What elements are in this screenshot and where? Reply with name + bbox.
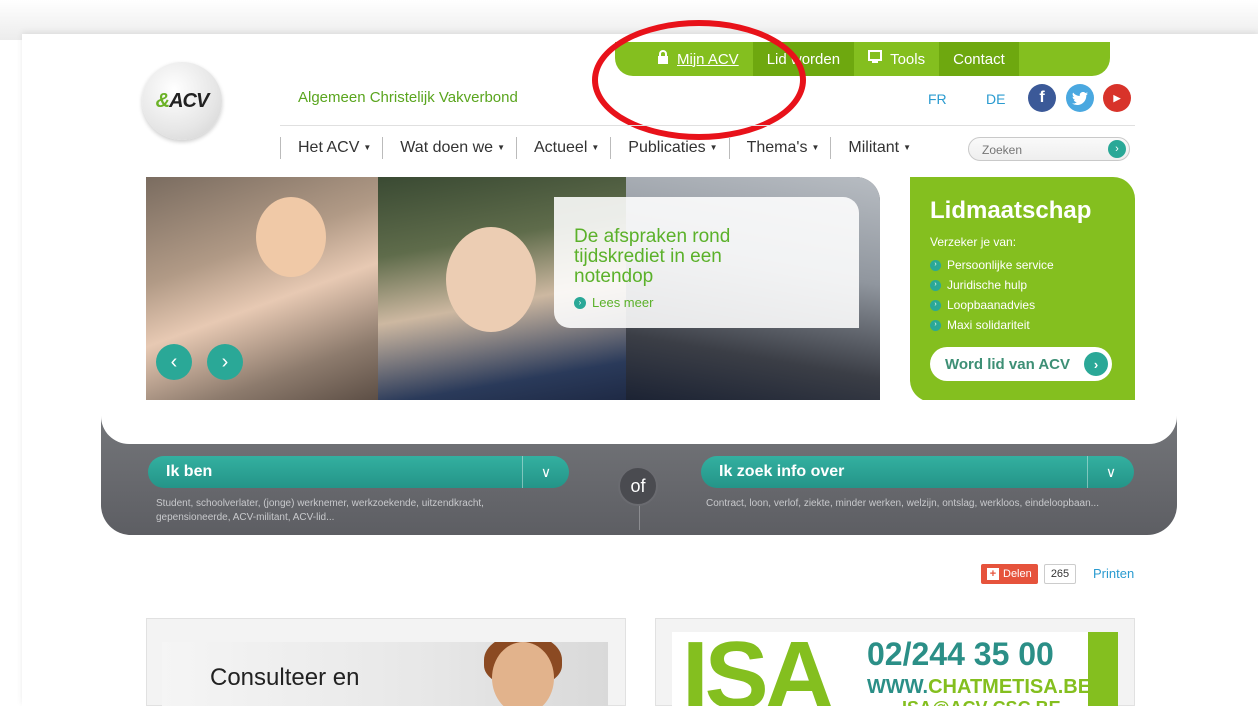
isa-website: WWW.CHATMETISA.BE: [867, 676, 1092, 698]
search-submit-icon[interactable]: ›: [1108, 140, 1126, 158]
tools-icon: [868, 50, 883, 68]
slider-next-button[interactable]: ›: [207, 344, 243, 380]
tab-tools[interactable]: Tools: [854, 42, 939, 76]
nav-item-militant[interactable]: Militant ▼: [830, 137, 922, 159]
twitter-icon[interactable]: [1066, 84, 1094, 112]
join-acv-button[interactable]: Word lid van ACV ›: [930, 347, 1112, 381]
header-divider: [280, 125, 1135, 126]
nav-item-actueel[interactable]: Actueel ▼: [516, 137, 610, 159]
list-item: › Loopbaanadvies: [930, 295, 1054, 315]
membership-intro: Verzeker je van:: [930, 235, 1017, 249]
hero-read-more-link[interactable]: › Lees meer: [574, 295, 653, 310]
chevron-down-icon: ∨: [1087, 456, 1134, 488]
chevron-down-icon: ∨: [522, 456, 569, 488]
isa-email: ISA@ACV-CSC.BE: [902, 698, 1061, 706]
lang-fr-link[interactable]: FR: [928, 91, 947, 107]
chevron-down-icon: ▼: [903, 143, 911, 152]
membership-panel: Lidmaatschap Verzeker je van: › Persoonli…: [910, 177, 1135, 402]
chevron-down-icon: ▼: [363, 143, 372, 152]
search-input[interactable]: [980, 139, 1104, 161]
logo-mark: &ACV: [155, 89, 210, 112]
arrow-right-icon: ›: [930, 299, 941, 311]
chevron-down-icon: ▼: [811, 143, 820, 152]
share-count: 265: [1044, 564, 1076, 584]
or-badge: of: [618, 466, 658, 506]
isa-logo-text: ISA: [682, 632, 834, 706]
plus-icon: +: [987, 568, 999, 580]
hero-title: De afspraken rond tijdskrediet in een no…: [574, 226, 731, 287]
isa-accent-bar: [1088, 632, 1118, 706]
list-item: › Maxi solidariteit: [930, 315, 1054, 335]
acv-logo[interactable]: &ACV: [142, 62, 222, 140]
isa-phone: 02/244 35 00: [867, 636, 1054, 672]
hero-photo-face: [256, 197, 326, 277]
nav-item-wat-doen-we[interactable]: Wat doen we ▼: [382, 137, 516, 159]
highlight-circle-annotation: [592, 20, 806, 140]
share-button[interactable]: + Delen: [981, 564, 1038, 584]
ik-ben-dropdown[interactable]: Ik ben ∨: [148, 456, 569, 488]
arrow-right-icon: ›: [930, 319, 941, 331]
arrow-right-icon: ›: [930, 279, 941, 291]
nav-item-het-acv[interactable]: Het ACV ▼: [280, 137, 382, 159]
nav-item-themas[interactable]: Thema's ▼: [728, 137, 831, 159]
ik-zoek-info-description: Contract, loon, verlof, ziekte, minder w…: [706, 498, 1099, 509]
band-top-curve: [101, 400, 1177, 444]
nav-item-publicaties[interactable]: Publicaties ▼: [610, 137, 728, 159]
slider-prev-button[interactable]: ‹: [156, 344, 192, 380]
hero-caption-card: De afspraken rond tijdskrediet in een no…: [554, 197, 859, 328]
tab-contact-label: Contact: [953, 50, 1005, 68]
chevron-down-icon: ▼: [497, 143, 505, 152]
tab-contact[interactable]: Contact: [939, 42, 1019, 76]
chevron-down-icon: ▼: [591, 143, 600, 152]
ik-zoek-info-dropdown[interactable]: Ik zoek info over ∨: [701, 456, 1134, 488]
youtube-icon[interactable]: ▶: [1103, 84, 1131, 112]
tab-tools-label: Tools: [890, 50, 926, 68]
facebook-icon[interactable]: f: [1028, 84, 1056, 112]
consult-banner[interactable]: Consulteer en: [162, 642, 608, 706]
arrow-right-icon: ›: [1084, 352, 1108, 376]
main-nav: Het ACV ▼ Wat doen we ▼ Actueel ▼ Publicati…: [280, 137, 922, 159]
banner-person: [492, 642, 554, 706]
consult-text: Consulteer en: [210, 664, 360, 691]
search-box: ›: [968, 137, 1130, 161]
lang-de-link[interactable]: DE: [986, 91, 1005, 107]
ik-ben-description: Student, schoolverlater, (jonge) werknem…: [156, 498, 484, 523]
membership-benefits: › Persoonlijke service › Juridische hulp ›…: [930, 255, 1054, 335]
membership-title: Lidmaatschap: [930, 197, 1092, 224]
list-item: › Persoonlijke service: [930, 255, 1054, 275]
hero-photo-face: [446, 227, 536, 332]
arrow-right-icon: ›: [930, 259, 941, 271]
isa-banner[interactable]: ISA 02/244 35 00 WWW.CHATMETISA.BE ISA@A…: [672, 632, 1118, 706]
tagline: Algemeen Christelijk Vakverbond: [298, 89, 518, 106]
arrow-right-icon: ›: [574, 296, 586, 309]
chevron-down-icon: ▼: [709, 143, 718, 152]
print-link[interactable]: Printen: [1093, 566, 1134, 581]
list-item: › Juridische hulp: [930, 275, 1054, 295]
